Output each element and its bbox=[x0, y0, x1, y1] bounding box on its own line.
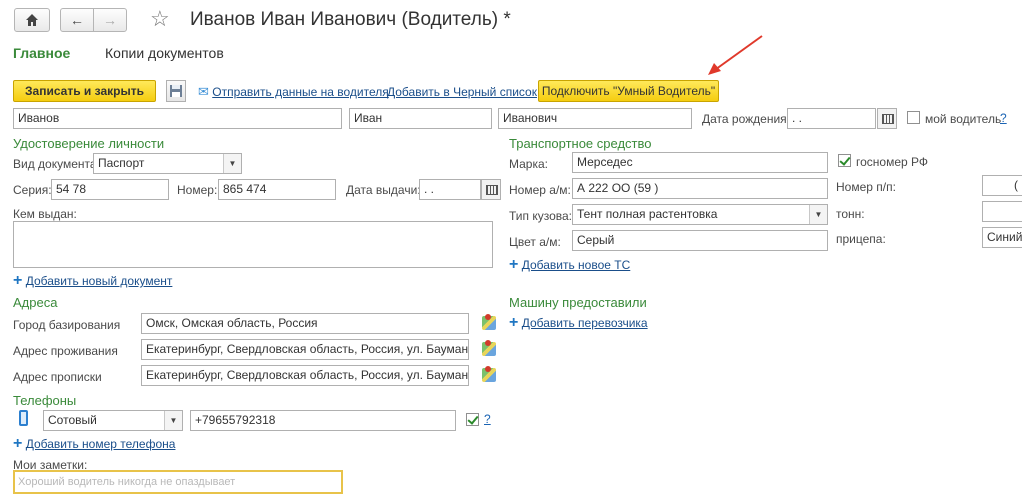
doc-number-field[interactable]: 865 474 bbox=[218, 179, 336, 200]
chevron-down-icon[interactable]: ▼ bbox=[223, 154, 241, 173]
add-carrier-link[interactable]: + Добавить перевозчика bbox=[509, 314, 648, 331]
add-carrier-label: Добавить перевозчика bbox=[521, 316, 648, 330]
series-field[interactable]: 54 78 bbox=[51, 179, 169, 200]
tab-document-copies[interactable]: Копии документов bbox=[105, 45, 224, 61]
plate-label: Номер а/м: bbox=[509, 183, 571, 197]
carrier-section-title: Машину предоставили bbox=[509, 295, 647, 310]
forward-button[interactable]: → bbox=[93, 8, 127, 32]
plus-icon: + bbox=[509, 314, 519, 331]
issued-by-textarea[interactable] bbox=[13, 221, 493, 268]
phones-section-title: Телефоны bbox=[13, 393, 77, 408]
connect-smart-driver-button[interactable]: Подключить "Умный Водитель" bbox=[538, 80, 719, 102]
map-icon[interactable] bbox=[482, 314, 496, 330]
send-data-label: Отправить данные на водителя bbox=[212, 85, 389, 99]
home-button[interactable] bbox=[14, 8, 50, 32]
first-name-field[interactable]: Иван bbox=[349, 108, 492, 129]
doc-type-label: Вид документа: bbox=[13, 157, 100, 171]
back-button[interactable]: ← bbox=[60, 8, 94, 32]
tab-main[interactable]: Главное bbox=[13, 45, 70, 61]
doc-type-select[interactable]: Паспорт ▼ bbox=[93, 153, 242, 174]
add-vehicle-label: Добавить новое ТС bbox=[521, 258, 631, 272]
body-type-select[interactable]: Тент полная растентовка ▼ bbox=[572, 204, 828, 225]
issue-date-label: Дата выдачи: bbox=[346, 183, 421, 197]
map-icon[interactable] bbox=[482, 340, 496, 356]
issued-by-label: Кем выдан: bbox=[13, 207, 77, 221]
mobile-phone-icon bbox=[19, 410, 28, 426]
doc-type-value: Паспорт bbox=[98, 156, 145, 170]
notes-field[interactable]: Хороший водитель никогда не опаздывает bbox=[13, 470, 343, 494]
vehicle-section-title: Транспортное средство bbox=[509, 136, 652, 151]
city-label: Город базирования bbox=[13, 318, 121, 332]
phone-type-select[interactable]: Сотовый ▼ bbox=[43, 410, 183, 431]
plus-icon: + bbox=[13, 272, 23, 289]
issue-date-field[interactable]: . . bbox=[419, 179, 481, 200]
number-label: Номер: bbox=[177, 183, 218, 197]
live-address-field[interactable]: Екатеринбург, Свердловская область, Росс… bbox=[141, 339, 469, 360]
series-label: Серия: bbox=[13, 183, 52, 197]
gov-plate-checkbox[interactable] bbox=[838, 154, 851, 167]
phone-confirmed-checkbox[interactable] bbox=[466, 413, 479, 426]
add-phone-label: Добавить номер телефона bbox=[25, 437, 176, 451]
reg-address-label: Адрес прописки bbox=[13, 370, 102, 384]
birth-date-label: Дата рождения: bbox=[702, 112, 790, 126]
birth-date-field[interactable]: . . bbox=[787, 108, 876, 129]
brand-field[interactable]: Мерседес bbox=[572, 152, 828, 173]
chevron-down-icon[interactable]: ▼ bbox=[809, 205, 827, 224]
plate-field[interactable]: А 222 ОО (59 ) bbox=[572, 178, 828, 199]
phone-number-field[interactable]: +79655792318 bbox=[190, 410, 456, 431]
add-document-link[interactable]: + Добавить новый документ bbox=[13, 272, 173, 289]
trailer-color-field[interactable]: Синий bbox=[982, 227, 1022, 248]
birth-date-calendar-icon[interactable] bbox=[877, 108, 897, 129]
tons-field[interactable] bbox=[982, 201, 1022, 222]
trailer-number-field[interactable]: ( bbox=[982, 175, 1022, 196]
body-type-label: Тип кузова: bbox=[509, 209, 573, 223]
identity-section-title: Удостоверение личности bbox=[13, 136, 165, 151]
favorite-star-icon[interactable]: ☆ bbox=[150, 6, 170, 32]
add-document-label: Добавить новый документ bbox=[25, 274, 173, 288]
save-button[interactable] bbox=[166, 80, 186, 102]
gov-plate-label: госномер РФ bbox=[856, 155, 929, 169]
arrow-right-icon: → bbox=[103, 12, 117, 28]
phone-help[interactable]: ? bbox=[484, 412, 491, 426]
map-icon[interactable] bbox=[482, 366, 496, 382]
addresses-section-title: Адреса bbox=[13, 295, 58, 310]
issue-date-calendar-icon[interactable] bbox=[481, 179, 501, 200]
my-driver-checkbox[interactable] bbox=[907, 111, 920, 124]
annotation-arrow-icon bbox=[708, 35, 763, 75]
plus-icon: + bbox=[13, 435, 23, 452]
plus-icon: + bbox=[509, 256, 519, 273]
live-address-label: Адрес проживания bbox=[13, 344, 118, 358]
last-name-field[interactable]: Иванов bbox=[13, 108, 342, 129]
my-driver-help[interactable]: ? bbox=[1000, 111, 1007, 125]
page-title: Иванов Иван Иванович (Водитель) * bbox=[190, 9, 511, 30]
middle-name-field[interactable]: Иванович bbox=[498, 108, 692, 129]
chevron-down-icon[interactable]: ▼ bbox=[164, 411, 182, 430]
body-type-value: Тент полная растентовка bbox=[577, 207, 718, 221]
add-blacklist-link[interactable]: Добавить в Черный список bbox=[387, 85, 537, 99]
color-field[interactable]: Серый bbox=[572, 230, 828, 251]
tons-label: тонн: bbox=[836, 207, 865, 221]
trailer-number-label: Номер п/п: bbox=[836, 180, 896, 194]
arrow-left-icon: ← bbox=[70, 12, 84, 28]
home-icon bbox=[26, 14, 38, 26]
city-field[interactable]: Омск, Омская область, Россия bbox=[141, 313, 469, 334]
trailer-color-label: прицепа: bbox=[836, 232, 886, 246]
color-label: Цвет а/м: bbox=[509, 235, 561, 249]
reg-address-field[interactable]: Екатеринбург, Свердловская область, Росс… bbox=[141, 365, 469, 386]
my-driver-label: мой водитель bbox=[925, 112, 1002, 126]
add-vehicle-link[interactable]: + Добавить новое ТС bbox=[509, 256, 631, 273]
send-data-link[interactable]: ✉ Отправить данные на водителя bbox=[198, 84, 389, 100]
envelope-icon: ✉ bbox=[198, 84, 209, 99]
add-phone-link[interactable]: + Добавить номер телефона bbox=[13, 435, 176, 452]
brand-label: Марка: bbox=[509, 157, 548, 171]
save-close-button[interactable]: Записать и закрыть bbox=[13, 80, 156, 102]
phone-type-value: Сотовый bbox=[48, 413, 97, 427]
floppy-disk-icon bbox=[170, 85, 182, 97]
